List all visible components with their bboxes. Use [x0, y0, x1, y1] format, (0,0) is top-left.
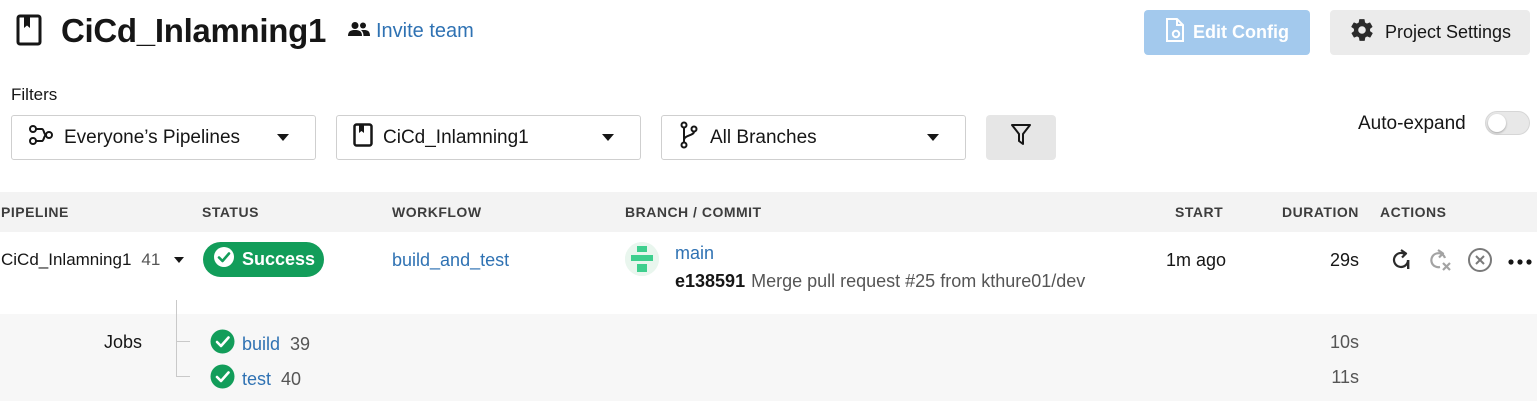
workflow-link[interactable]: build_and_test [392, 250, 509, 271]
advanced-filter-button[interactable] [986, 115, 1056, 160]
file-gear-icon [1165, 18, 1185, 47]
rerun-button[interactable] [1387, 248, 1415, 276]
column-header-start: START [1175, 204, 1224, 220]
check-circle-icon [210, 329, 235, 359]
project-filter-value: CiCd_Inlamning1 [383, 126, 529, 148]
project-book-icon [353, 123, 373, 152]
project-book-icon [16, 14, 42, 46]
avatar [625, 242, 659, 276]
pipeline-name: CiCd_Inlamning1 [1, 250, 132, 269]
people-icon [348, 21, 370, 42]
invite-team-label: Invite team [376, 20, 474, 42]
branch-filter-select[interactable]: All Branches [661, 115, 966, 160]
commit-hash-link[interactable]: e138591 [675, 271, 745, 291]
toggle-knob [1488, 114, 1506, 132]
job-duration: 11s [1331, 367, 1359, 387]
jobs-label: Jobs [104, 332, 143, 352]
branch-link[interactable]: main [675, 243, 714, 264]
column-header-pipeline: PIPELINE [1, 204, 69, 220]
tree-line [176, 300, 177, 377]
job-number: 40 [281, 368, 302, 389]
more-icon [1507, 253, 1533, 271]
status-label: Success [242, 249, 316, 269]
start-time: 1m ago [1166, 250, 1227, 270]
job-duration: 10s [1329, 332, 1359, 352]
tree-line [176, 376, 190, 377]
tree-line [176, 341, 190, 342]
page-title: CiCd_Inlamning1 [61, 12, 327, 49]
chevron-down-icon [927, 134, 939, 141]
pipeline-name-toggle[interactable]: CiCd_Inlamning1 41 [1, 250, 185, 270]
project-filter-select[interactable]: CiCd_Inlamning1 [336, 115, 641, 160]
funnel-icon [1010, 123, 1032, 152]
column-header-workflow: WORKFLOW [392, 204, 482, 220]
pipeline-number: 41 [141, 250, 161, 269]
filters-label: Filters [11, 85, 58, 104]
commit-message: Merge pull request #25 from kthure01/dev [751, 271, 1086, 291]
job-link-test[interactable]: test [242, 369, 271, 390]
edit-config-button[interactable]: Edit Config [1144, 10, 1310, 55]
status-badge[interactable]: Success [203, 242, 324, 277]
cancel-icon [1467, 247, 1493, 278]
auto-expand-toggle[interactable] [1485, 111, 1530, 135]
rerun-icon [1389, 248, 1413, 277]
pipelines-icon [28, 124, 54, 151]
commit-info: e138591 Merge pull request #25 from kthur… [675, 271, 1085, 292]
rerun-failed-button[interactable] [1426, 248, 1454, 276]
job-link-build[interactable]: build [242, 334, 280, 355]
check-circle-icon [213, 246, 235, 273]
column-header-status: STATUS [202, 204, 259, 220]
job-row: build 39 [210, 329, 310, 359]
column-header-actions: ACTIONS [1380, 204, 1447, 220]
cancel-button[interactable] [1466, 247, 1494, 278]
project-settings-button[interactable]: Project Settings [1330, 10, 1530, 55]
chevron-down-icon [277, 134, 289, 141]
chevron-down-icon [602, 134, 614, 141]
branch-icon [678, 121, 700, 154]
project-settings-label: Project Settings [1384, 22, 1512, 42]
column-header-branch-commit: BRANCH / COMMIT [625, 204, 762, 220]
gear-icon [1349, 17, 1375, 48]
pipelines-filter-value: Everyone’s Pipelines [64, 126, 241, 148]
job-number: 39 [290, 333, 311, 354]
column-header-duration: DURATION [1282, 204, 1359, 220]
invite-team-link[interactable]: Invite team [348, 20, 474, 43]
chevron-down-icon [174, 257, 185, 263]
auto-expand-label: Auto-expand [1358, 113, 1466, 134]
pipeline-duration: 29s [1329, 250, 1359, 270]
rerun-failed-icon [1428, 248, 1452, 277]
edit-config-label: Edit Config [1193, 22, 1289, 42]
branch-filter-value: All Branches [710, 126, 817, 148]
pipelines-filter-select[interactable]: Everyone’s Pipelines [11, 115, 316, 160]
job-row: test 40 [210, 364, 301, 394]
more-actions-button[interactable] [1506, 248, 1534, 276]
check-circle-icon [210, 364, 235, 394]
